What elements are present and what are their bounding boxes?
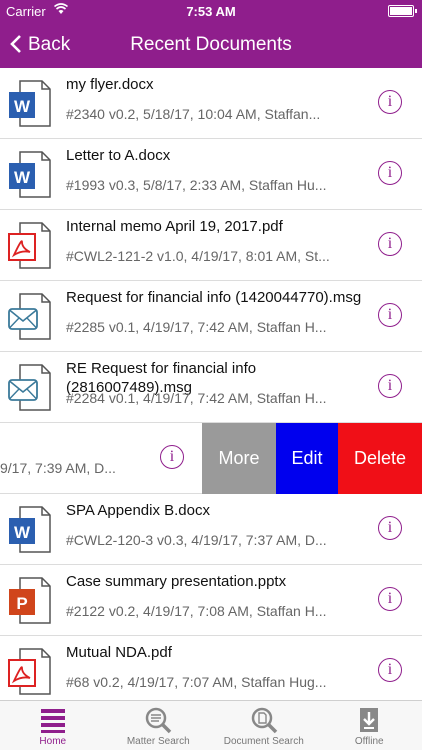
document-name: my flyer.docx xyxy=(66,76,154,93)
tab-offline[interactable]: Offline xyxy=(317,701,422,750)
tab-home[interactable]: Home xyxy=(0,701,106,750)
tab-label: Document Search xyxy=(223,736,304,747)
magnifier-list-icon xyxy=(143,706,173,734)
magnifier-document-icon xyxy=(249,706,279,734)
nav-bar: Back Recent Documents xyxy=(0,22,422,68)
document-name: Mutual NDA.pdf xyxy=(66,644,172,661)
document-row[interactable]: Internal memo April 19, 2017.pdf #CWL2-1… xyxy=(0,210,422,281)
download-icon xyxy=(354,706,384,734)
list-icon xyxy=(38,706,68,734)
document-row[interactable]: RE Request for financial info (281600748… xyxy=(0,352,422,423)
tab-label: Matter Search xyxy=(126,736,190,747)
info-icon[interactable]: i xyxy=(378,374,402,398)
battery-icon xyxy=(388,5,417,17)
svg-text:W: W xyxy=(14,97,31,116)
powerpoint-document-icon: P xyxy=(8,577,52,625)
info-icon[interactable]: i xyxy=(378,90,402,114)
document-meta: 9/17, 7:39 AM, D... xyxy=(0,460,116,476)
tab-label: Home xyxy=(39,736,67,747)
svg-text:P: P xyxy=(16,594,27,613)
tab-document-search[interactable]: Document Search xyxy=(211,701,317,750)
info-icon[interactable]: i xyxy=(378,232,402,256)
tab-matter-search[interactable]: Matter Search xyxy=(106,701,212,750)
document-name: Request for financial info (1420044770).… xyxy=(66,289,362,306)
document-name: SPA Appendix B.docx xyxy=(66,502,210,519)
navigation-header: Carrier 7:53 AM Back Recent Documents xyxy=(0,0,422,68)
document-name: Internal memo April 19, 2017.pdf xyxy=(66,218,283,235)
info-icon[interactable]: i xyxy=(160,445,184,469)
document-row[interactable]: W Letter to A.docx #1993 v0.3, 5/8/17, 2… xyxy=(0,139,422,210)
info-icon[interactable]: i xyxy=(378,303,402,327)
document-meta: #2284 v0.1, 4/19/17, 7:42 AM, Staffan H.… xyxy=(66,390,327,406)
document-meta: #2285 v0.1, 4/19/17, 7:42 AM, Staffan H.… xyxy=(66,319,327,335)
document-row[interactable]: Request for financial info (1420044770).… xyxy=(0,281,422,352)
document-meta: #1993 v0.3, 5/8/17, 2:33 AM, Staffan Hu.… xyxy=(66,177,327,193)
tab-label: Offline xyxy=(354,736,384,747)
email-document-icon xyxy=(8,364,52,412)
swipe-actions: More Edit Delete xyxy=(202,423,422,494)
word-document-icon: W xyxy=(8,80,52,128)
document-meta: #68 v0.2, 4/19/17, 7:07 AM, Staffan Hug.… xyxy=(66,674,327,690)
edit-button[interactable]: Edit xyxy=(276,423,338,494)
document-row[interactable]: P Case summary presentation.pptx #2122 v… xyxy=(0,565,422,636)
pdf-document-icon xyxy=(8,648,52,696)
document-meta: #CWL2-121-2 v1.0, 4/19/17, 8:01 AM, St..… xyxy=(66,248,330,264)
tab-bar: Home Matter Search Document Search Offli… xyxy=(0,700,422,750)
email-document-icon xyxy=(8,293,52,341)
word-document-icon: W xyxy=(8,506,52,554)
status-time: 7:53 AM xyxy=(186,4,236,19)
svg-text:W: W xyxy=(14,523,31,542)
document-name: Letter to A.docx xyxy=(66,147,171,164)
info-icon[interactable]: i xyxy=(378,587,402,611)
document-row[interactable]: Mutual NDA.pdf #68 v0.2, 4/19/17, 7:07 A… xyxy=(0,636,422,700)
document-name: Case summary presentation.pptx xyxy=(66,573,287,590)
swiped-document-row[interactable]: 9/17, 7:39 AM, D... i More Edit Delete xyxy=(0,423,422,494)
info-icon[interactable]: i xyxy=(378,658,402,682)
document-row[interactable]: W my flyer.docx #2340 v0.2, 5/18/17, 10:… xyxy=(0,68,422,139)
more-button[interactable]: More xyxy=(202,423,276,494)
document-list: W my flyer.docx #2340 v0.2, 5/18/17, 10:… xyxy=(0,68,422,700)
status-bar: Carrier 7:53 AM xyxy=(0,0,422,22)
word-document-icon: W xyxy=(8,151,52,199)
document-meta: #CWL2-120-3 v0.3, 4/19/17, 7:37 AM, D... xyxy=(66,532,327,548)
pdf-document-icon xyxy=(8,222,52,270)
document-row[interactable]: W SPA Appendix B.docx #CWL2-120-3 v0.3, … xyxy=(0,494,422,565)
delete-button[interactable]: Delete xyxy=(338,423,422,494)
info-icon[interactable]: i xyxy=(378,161,402,185)
svg-text:W: W xyxy=(14,168,31,187)
document-meta: #2340 v0.2, 5/18/17, 10:04 AM, Staffan..… xyxy=(66,106,321,122)
info-icon[interactable]: i xyxy=(378,516,402,540)
page-title: Recent Documents xyxy=(130,34,292,55)
document-meta: #2122 v0.2, 4/19/17, 7:08 AM, Staffan H.… xyxy=(66,603,327,619)
